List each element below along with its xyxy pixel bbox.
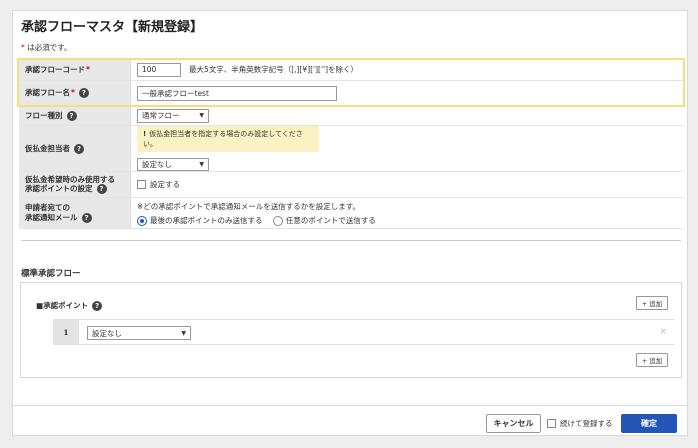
- section-title-standard-flow: 標準承認フロー: [21, 269, 81, 279]
- label-flow-name: 承認フロー名 *?: [19, 81, 131, 105]
- flow-name-input[interactable]: 一般承認フローtest: [137, 85, 337, 101]
- close-icon[interactable]: ×: [659, 327, 667, 337]
- add-point-button-top[interactable]: + 追加: [636, 296, 668, 310]
- warning-icon: !: [143, 130, 147, 138]
- label-flow-name-text: 承認フロー名: [25, 88, 70, 98]
- label-notify-mail-line2: 承認通知メール: [25, 212, 78, 222]
- approval-point-number: 1: [53, 320, 79, 344]
- help-icon[interactable]: ?: [92, 301, 103, 311]
- label-point-setting-line1: 仮払金希望時のみ使用する: [25, 174, 115, 184]
- value-notify-mail: ※どの承認ポイントで承認通知メールを送信するかを設定します。 最後の承認ポイント…: [131, 198, 683, 228]
- cancel-button[interactable]: キャンセル: [486, 414, 541, 433]
- required-star-icon: *: [86, 64, 90, 74]
- label-flow-code-text: 承認フローコード: [25, 64, 85, 74]
- value-flow-code: 100 最大5文字、半角英数字記号（[,][¥][']['']を除く）: [131, 59, 683, 80]
- label-flow-type: フロー種別?: [19, 106, 131, 125]
- help-icon[interactable]: ?: [96, 184, 107, 195]
- required-note: * は必須です。: [21, 42, 71, 53]
- point-setting-checkbox[interactable]: [137, 180, 146, 189]
- value-advance-person: ! 仮払金担当者を指定する場合のみ設定してください。 設定なし ▼: [131, 126, 683, 171]
- row-flow-name: 承認フロー名 *? 一般承認フローtest: [19, 81, 683, 106]
- main-panel: 承認フローマスタ【新規登録】 * は必須です。 承認フローコード * 100 最大…: [12, 10, 688, 436]
- flow-code-input[interactable]: 100: [137, 62, 181, 77]
- chevron-down-icon: ▼: [181, 329, 186, 337]
- page-title: 承認フローマスタ【新規登録】: [21, 20, 204, 35]
- row-flow-code: 承認フローコード * 100 最大5文字、半角英数字記号（[,][¥]['][''…: [19, 59, 683, 81]
- label-point-setting-line2: 承認ポイントの設定: [25, 184, 93, 194]
- flow-code-hint: 最大5文字、半角英数字記号（[,][¥][']['']を除く）: [189, 65, 359, 74]
- confirm-button[interactable]: 確定: [621, 414, 677, 433]
- flow-box: ■承認ポイント? + 追加 1 設定なし ▼ × + 追加: [20, 282, 682, 378]
- registration-form: 承認フローコード * 100 最大5文字、半角英数字記号（[,][¥]['][''…: [19, 59, 683, 229]
- continue-label[interactable]: 続けて登録する: [560, 418, 613, 429]
- add-point-button-bottom[interactable]: + 追加: [636, 353, 668, 367]
- value-point-setting: 設定する: [131, 172, 683, 197]
- flow-type-select[interactable]: 通常フロー ▼: [137, 108, 209, 123]
- label-notify-mail: 申請者宛ての 承認通知メール?: [19, 198, 131, 228]
- required-star-icon: *: [71, 88, 75, 98]
- label-notify-mail-line2-wrap: 承認通知メール?: [25, 212, 92, 223]
- row-point-setting: 仮払金希望時のみ使用する 承認ポイントの設定? 設定する: [19, 172, 683, 198]
- required-note-text: は必須です。: [24, 43, 72, 52]
- value-flow-name: 一般承認フローtest: [131, 81, 683, 105]
- approval-point-title: ■承認ポイント?: [36, 300, 103, 311]
- chevron-down-icon: ▼: [199, 161, 204, 168]
- advance-person-selected: 設定なし: [142, 160, 172, 169]
- help-icon[interactable]: ?: [81, 212, 92, 223]
- advance-warning: ! 仮払金担当者を指定する場合のみ設定してください。: [137, 126, 319, 152]
- radio-last-point[interactable]: [137, 215, 147, 226]
- footer-bar: キャンセル 続けて登録する 確定: [13, 405, 687, 436]
- continue-checkbox[interactable]: [547, 419, 556, 428]
- row-advance-person: 仮払金担当者? ! 仮払金担当者を指定する場合のみ設定してください。 設定なし ▼: [19, 126, 683, 172]
- approval-point-title-text: ■承認ポイント: [36, 301, 89, 310]
- notify-description: ※どの承認ポイントで承認通知メールを送信するかを設定します。: [137, 201, 361, 211]
- approval-point-select[interactable]: 設定なし ▼: [87, 326, 191, 340]
- radio-any-point[interactable]: [272, 215, 283, 226]
- label-flow-type-text: フロー種別: [25, 110, 63, 120]
- advance-warning-text: 仮払金担当者を指定する場合のみ設定してください。: [143, 130, 303, 148]
- notify-options: 最後の承認ポイントのみ送信する 任意のポイントで送信する: [137, 215, 376, 226]
- label-flow-code: 承認フローコード *: [19, 59, 131, 80]
- radio-last-point-label[interactable]: 最後の承認ポイントのみ送信する: [150, 216, 263, 225]
- label-point-setting: 仮払金希望時のみ使用する 承認ポイントの設定?: [19, 172, 131, 197]
- row-notify-mail: 申請者宛ての 承認通知メール? ※どの承認ポイントで承認通知メールを送信するかを…: [19, 198, 683, 229]
- help-icon[interactable]: ?: [74, 143, 84, 154]
- point-setting-checkbox-label[interactable]: 設定する: [150, 179, 180, 190]
- label-point-setting-line2-wrap: 承認ポイントの設定?: [25, 184, 107, 195]
- help-icon[interactable]: ?: [78, 88, 89, 98]
- row-flow-type: フロー種別? 通常フロー ▼: [19, 106, 683, 126]
- divider: [21, 240, 681, 241]
- help-icon[interactable]: ?: [66, 110, 77, 121]
- continue-register[interactable]: 続けて登録する: [547, 418, 613, 429]
- label-advance-person-text: 仮払金担当者: [25, 143, 70, 153]
- approval-point-selected: 設定なし: [92, 328, 122, 338]
- label-notify-mail-line1: 申請者宛ての: [25, 203, 70, 213]
- approval-point-row: 1 設定なし ▼ ×: [53, 319, 675, 345]
- label-advance-person: 仮払金担当者?: [19, 126, 131, 171]
- chevron-down-icon: ▼: [199, 112, 204, 119]
- radio-any-point-label[interactable]: 任意のポイントで送信する: [286, 216, 376, 225]
- flow-type-selected: 通常フロー: [142, 111, 180, 120]
- value-flow-type: 通常フロー ▼: [131, 106, 683, 125]
- advance-person-select[interactable]: 設定なし ▼: [137, 158, 209, 171]
